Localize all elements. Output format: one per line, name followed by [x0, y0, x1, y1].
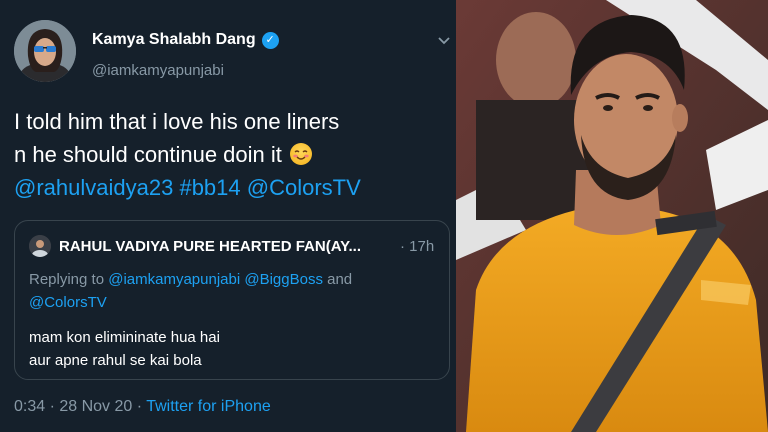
mention-link[interactable]: @rahulvaidya23	[14, 175, 173, 200]
tweet-text-line2-wrap: n he should continue doin it	[14, 138, 446, 171]
photo-panel	[456, 0, 768, 432]
replying-and: and	[327, 271, 353, 288]
author-name-text: Kamya Shalabh Dang	[92, 31, 256, 48]
author-handle[interactable]: @iamkamyapunjabi	[92, 62, 224, 79]
quote-avatar-image	[29, 235, 51, 257]
smiling-face-emoji-icon	[290, 143, 312, 165]
hashtag-link[interactable]: #bb14	[179, 175, 240, 200]
chevron-down-icon[interactable]	[438, 36, 450, 46]
replying-handle[interactable]: @BiggBoss	[244, 271, 323, 288]
tweet-panel: Kamya Shalabh Dang ✓ @iamkamyapunjabi I …	[0, 0, 456, 432]
tweet-source-link[interactable]: Twitter for iPhone	[146, 398, 271, 415]
replying-to-line: Replying to @iamkamyapunjabi @BiggBoss a…	[29, 268, 429, 314]
tweet-text: I told him that i love his one liners n …	[14, 105, 446, 204]
verified-icon: ✓	[261, 31, 279, 49]
quote-text-line1: mam kon elimininate hua hai	[29, 329, 220, 346]
quote-timestamp: · 17h	[400, 238, 435, 255]
quote-text: mam kon elimininate hua hai aur apne rah…	[29, 326, 429, 372]
author-avatar[interactable]	[14, 20, 76, 82]
mention-link[interactable]: @ColorsTV	[247, 175, 361, 200]
person-photo	[456, 0, 768, 432]
tweet-meta: 0:34 · 28 Nov 20 · Twitter for iPhone	[14, 398, 271, 416]
tweet-text-line1: I told him that i love his one liners	[14, 109, 340, 134]
tweet-timestamp[interactable]: 0:34 · 28 Nov 20 ·	[14, 398, 142, 415]
avatar-image	[14, 20, 76, 82]
quote-author-avatar[interactable]	[29, 235, 51, 257]
quote-author-name[interactable]: RAHUL VADIYA PURE HEARTED FAN(AY...	[59, 238, 399, 255]
quoted-tweet-card[interactable]: RAHUL VADIYA PURE HEARTED FAN(AY... · 17…	[14, 220, 450, 380]
replying-handle[interactable]: @ColorsTV	[29, 294, 107, 311]
author-name[interactable]: Kamya Shalabh Dang ✓	[92, 31, 279, 49]
replying-handle[interactable]: @iamkamyapunjabi	[108, 271, 240, 288]
tweet-text-line2: n he should continue doin it	[14, 142, 282, 167]
replying-prefix: Replying to	[29, 271, 105, 288]
tweet-text-line3: @rahulvaidya23 #bb14 @ColorsTV	[14, 171, 446, 204]
quote-text-line2: aur apne rahul se kai bola	[29, 352, 202, 369]
